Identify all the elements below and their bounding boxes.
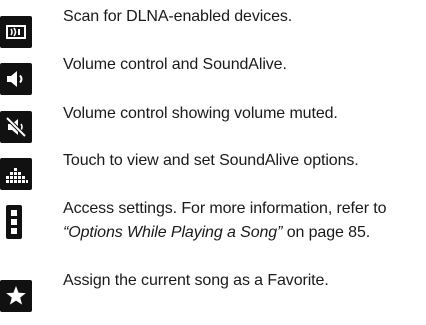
options-while-playing-link[interactable]: “Options While Playing a Song” [63, 224, 282, 241]
dlna-scan-icon [0, 16, 32, 48]
volume-description: Volume control and SoundAlive. [63, 56, 287, 73]
star-icon [0, 280, 32, 312]
dlna-scan-description: Scan for DLNA-enabled devices. [63, 8, 293, 25]
volume-muted-icon [0, 111, 32, 143]
soundalive-options-description: Touch to view and set SoundAlive options… [63, 152, 359, 169]
page-reference: on page 85. [282, 224, 371, 241]
volume-icon [0, 63, 32, 95]
settings-description-line1: Access settings. For more information, r… [63, 200, 387, 217]
menu-more-icon [6, 205, 22, 239]
favorite-description: Assign the current song as a Favorite. [63, 272, 329, 289]
soundalive-equalizer-icon [0, 158, 32, 190]
volume-muted-description: Volume control showing volume muted. [63, 105, 338, 122]
settings-description-line2: “Options While Playing a Song” on page 8… [63, 221, 370, 245]
